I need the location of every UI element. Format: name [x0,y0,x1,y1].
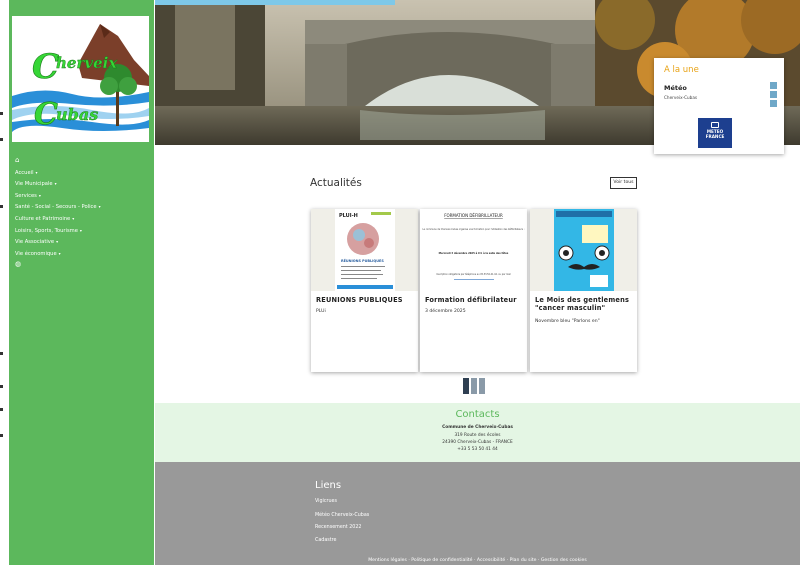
contacts-title: Contacts [455,409,500,420]
meteo-logo-line2: FRANCE [705,134,725,139]
nav-item-vie-associative[interactable]: Vie Associative ▾ [15,236,155,248]
home-icon: ⌂ [15,156,20,164]
thumb-text: La commune de Cherveix-Cubas organise un… [422,228,524,231]
main-nav: ⌂ Accueil ▾ Vie Municipale ▾ Services ▾ San… [15,155,155,271]
thumb-text: Inscription obligatoire par téléphone au… [436,273,511,276]
movember-poster-image [530,209,637,291]
news-card-title[interactable]: REUNIONS PUBLIQUES [316,296,414,304]
contact-phone[interactable]: +33 5 53 50 41 44 [155,447,800,452]
caret-down-icon: ▾ [79,227,82,233]
svg-text:C: C [34,97,58,132]
thumb-head: FORMATION DÉFIBRILLATEUR [444,213,503,218]
gutter-mark [0,385,3,388]
slider-dot[interactable] [770,82,777,89]
news-card-title[interactable]: Le Mois des gentlemens "cancer masculin" [535,296,633,312]
link-meteo[interactable]: Météo Cherveix-Cubas [315,513,369,518]
nav-label: Vie Associative [15,239,55,246]
pager-dot-active[interactable] [463,378,469,394]
voir-tous-button[interactable]: Voir tous [610,177,637,189]
links-section: Liens Vigicrues Météo Cherveix-Cubas Rec… [155,462,800,565]
news-thumbnail: PLUI-H RÉUNIONS PUBLIQUES [311,209,418,291]
pager-dot[interactable] [479,378,485,394]
nav-item-sante[interactable]: Santé - Social - Secours - Police ▾ [15,201,155,213]
nav-item-services[interactable]: Services ▾ [15,190,155,202]
defibrillateur-flyer-image: FORMATION DÉFIBRILLATEUR La commune de C… [420,209,527,291]
home-nav-button[interactable]: ⌂ [15,155,155,167]
news-thumbnail [530,209,637,291]
caret-down-icon: ▾ [54,181,57,187]
sidebar: C herveix C ubas ⌂ Accueil ▾ Vie Municipa… [9,0,154,565]
links-title: Liens [315,480,342,491]
caret-down-icon: ▾ [56,239,59,245]
contact-city: 24390 Cherveix-Cubas - FRANCE [442,440,513,445]
weather-title: Météo [664,84,687,92]
news-card-subtitle: Novembre bleu "Parlons en" [535,319,600,324]
nav-item-accueil[interactable]: Accueil ▾ [15,167,155,179]
nav-label: Santé - Social - Secours - Police [15,204,97,211]
logo-graphic: C herveix C ubas [12,16,149,142]
contact-name: Commune de Cherveix-Cubas [442,425,513,430]
gutter-mark [0,434,3,437]
news-card[interactable]: PLUI-H RÉUNIONS PUBLIQUES REUNIONS PUBLI… [311,209,418,372]
thumb-head: PLUI-H [339,213,358,219]
thumb-text: Mercredi 3 décembre 2025 à 9 h à la sall… [439,252,509,255]
caret-down-icon: ▾ [38,192,41,198]
caret-down-icon: ▾ [58,250,61,256]
news-card-subtitle: 3 décembre 2025 [425,309,466,314]
nav-item-vie-municipale[interactable]: Vie Municipale ▾ [15,178,155,190]
page: C herveix C ubas ⌂ Accueil ▾ Vie Municipa… [0,0,800,565]
a-la-une-title: A la une [664,65,699,75]
nav-item-culture[interactable]: Culture et Patrimoine ▾ [15,213,155,225]
svg-text:C: C [32,47,59,87]
slider-dot[interactable] [770,100,777,107]
legal-links[interactable]: Mentions légales · Politique de confiden… [155,558,800,563]
caret-down-icon: ▾ [72,215,75,221]
nav-item-vie-economique[interactable]: Vie économique ▾ [15,248,155,260]
svg-text:ubas: ubas [56,105,98,124]
nav-label: Accueil [15,169,34,176]
nav-label: Services [15,192,37,199]
nav-label: Culture et Patrimoine [15,215,71,222]
news-thumbnail: FORMATION DÉFIBRILLATEUR La commune de C… [420,209,527,291]
link-cadastre[interactable]: Cadastre [315,538,336,543]
plui-poster-image: PLUI-H RÉUNIONS PUBLIQUES [311,209,418,291]
news-section-title: Actualités [310,177,362,189]
gutter-mark [0,408,3,411]
gutter-mark [0,112,3,115]
nav-label: Vie Municipale [15,181,53,188]
news-card[interactable]: FORMATION DÉFIBRILLATEUR La commune de C… [420,209,527,372]
news-card[interactable]: Le Mois des gentlemens "cancer masculin"… [530,209,637,372]
a-la-une-card[interactable]: A la une Météo Cherveix-Cubas METEO FRAN… [654,58,784,154]
meteo-france-mark-icon [711,122,719,128]
caret-down-icon: ▾ [35,169,38,175]
gutter-mark [0,352,3,355]
nav-label: Loisirs, Sports, Tourisme [15,227,78,234]
svg-text:herveix: herveix [56,54,118,72]
link-vigicrues[interactable]: Vigicrues [315,499,337,504]
slider-dot[interactable] [770,91,777,98]
meteo-france-logo[interactable]: METEO FRANCE [698,118,732,148]
gutter-mark [0,138,3,141]
news-card-title[interactable]: Formation défibrilateur [425,296,523,304]
link-recensement[interactable]: Recensement 2022 [315,525,361,530]
gutter-mark [0,205,3,208]
globe-icon: ◍ [15,260,22,269]
contacts-section: Contacts Commune de Cherveix-Cubas 319 R… [155,403,800,462]
weather-subtitle: Cherveix-Cubas [664,95,698,100]
language-button[interactable]: ◍ [15,259,155,271]
nav-label: Vie économique [15,250,57,257]
caret-down-icon: ▾ [98,204,101,210]
contact-address: 319 Route des écoles [454,433,501,438]
pager-dot[interactable] [471,378,477,394]
thumb-sub: RÉUNIONS PUBLIQUES [341,258,384,263]
nav-item-loisirs[interactable]: Loisirs, Sports, Tourisme ▾ [15,225,155,237]
news-card-subtitle: PLUi [316,309,326,314]
site-logo[interactable]: C herveix C ubas [12,16,149,142]
hero-top-strip [155,0,395,5]
